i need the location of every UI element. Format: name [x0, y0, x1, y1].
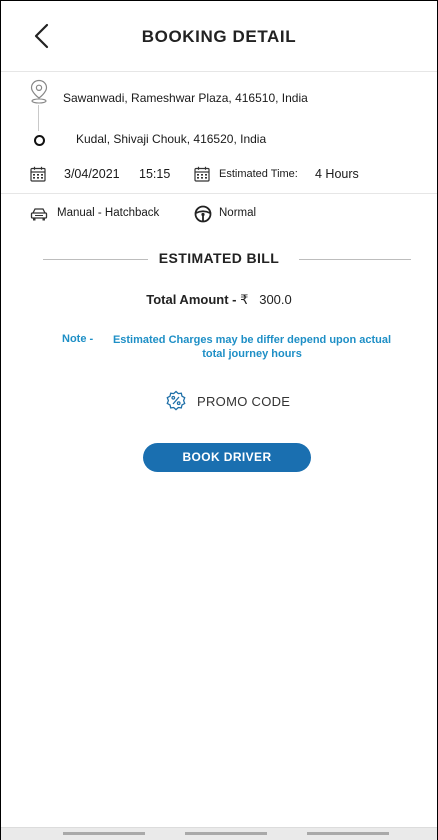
pickup-address: Sawanwadi, Rameshwar Plaza, 416510, Indi… [63, 91, 308, 105]
estimated-bill-title: ESTIMATED BILL [158, 250, 280, 266]
vehicle-type: Manual - Hatchback [57, 207, 160, 219]
bottom-nav-bar [1, 827, 437, 840]
location-pin-icon [30, 79, 48, 104]
calendar-icon [194, 166, 210, 182]
nav-pill[interactable] [307, 832, 389, 835]
route-line [38, 105, 39, 131]
nav-pill[interactable] [63, 832, 145, 835]
total-amount-label: Total Amount - [146, 292, 241, 307]
calendar-icon [30, 166, 46, 182]
car-icon [30, 208, 48, 221]
total-amount: Total Amount - ₹ 300.0 [1, 292, 437, 308]
section-rule-right [299, 259, 411, 260]
note-label: Note - [62, 333, 94, 345]
book-driver-button[interactable]: BOOK DRIVER [143, 443, 311, 472]
nav-pill[interactable] [185, 832, 267, 835]
promo-code-label: PROMO CODE [197, 393, 291, 409]
note-text: Estimated Charges may be differ depend u… [112, 334, 392, 360]
steering-wheel-icon [194, 205, 212, 223]
destination-dot-icon [34, 135, 45, 146]
booking-screen: BOOKING DETAIL Sawanwadi, Rameshwar Plaz… [0, 0, 438, 840]
estimated-time-label: Estimated Time: [219, 168, 298, 180]
total-amount-value: 300.0 [259, 292, 292, 307]
page-title: BOOKING DETAIL [141, 27, 297, 46]
divider [1, 193, 437, 194]
drop-address: Kudal, Shivaji Chouk, 416520, India [76, 132, 267, 146]
drive-mode: Normal [219, 207, 257, 219]
top-bar: BOOKING DETAIL [1, 1, 437, 72]
booking-date: 3/04/2021 [64, 167, 120, 181]
booking-time: 15:15 [139, 167, 171, 181]
discount-badge-icon [166, 390, 186, 411]
estimated-time-value: 4 Hours [315, 167, 359, 181]
currency-symbol: ₹ [240, 292, 249, 307]
promo-code-button[interactable]: PROMO CODE [165, 390, 290, 412]
